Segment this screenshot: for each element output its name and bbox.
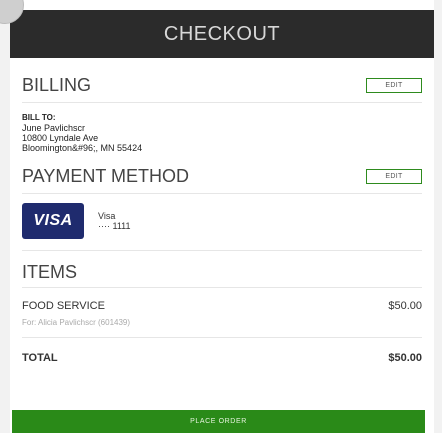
visa-card-icon: VISA <box>22 203 84 239</box>
card-info: Visa ···· 1111 <box>98 211 131 231</box>
billing-section: BILLING EDIT BILL TO: June Pavlichscr 10… <box>10 68 434 153</box>
payment-card-row: VISA Visa ···· 1111 <box>22 194 422 251</box>
place-order-button[interactable]: PLACE ORDER <box>12 410 425 433</box>
right-gutter <box>434 0 442 433</box>
billing-title: BILLING <box>22 74 92 95</box>
card-mask: ···· 1111 <box>98 221 131 231</box>
left-gutter <box>0 0 10 433</box>
billing-edit-button[interactable]: EDIT <box>366 77 422 93</box>
items-title: ITEMS <box>22 262 78 282</box>
billing-header: BILLING EDIT <box>22 68 422 103</box>
item-recipient: For: Alicia Pavlichscr (601439) <box>22 318 131 327</box>
billing-address-line2: Bloomington&#96;, MN 55424 <box>22 143 143 153</box>
card-name: Visa <box>98 211 116 221</box>
bill-to-label: BILL TO: <box>22 113 56 122</box>
items-section: ITEMS FOOD SERVICE $50.00 For: Alicia Pa… <box>10 251 434 364</box>
billing-address-line1: 10800 Lyndale Ave <box>22 133 99 143</box>
payment-section: PAYMENT METHOD EDIT VISA Visa ···· 1111 <box>10 159 434 251</box>
list-item: FOOD SERVICE $50.00 <box>22 288 422 312</box>
billing-address: BILL TO: June Pavlichscr 10800 Lyndale A… <box>22 103 422 153</box>
payment-title: PAYMENT METHOD <box>22 165 190 186</box>
total-row: TOTAL $50.00 <box>22 337 422 364</box>
payment-header: PAYMENT METHOD EDIT <box>22 159 422 194</box>
item-price: $50.00 <box>388 300 422 312</box>
page-title: CHECKOUT <box>163 22 281 45</box>
total-label: TOTAL <box>22 352 58 364</box>
billing-name: June Pavlichscr <box>22 123 86 133</box>
total-value: $50.00 <box>388 352 422 364</box>
checkout-panel: CHECKOUT BILLING EDIT BILL TO: June Pavl… <box>10 10 434 433</box>
items-header: ITEMS <box>22 251 422 288</box>
checkout-header: CHECKOUT <box>10 10 434 58</box>
item-name: FOOD SERVICE <box>22 300 105 312</box>
payment-edit-button[interactable]: EDIT <box>366 168 422 184</box>
